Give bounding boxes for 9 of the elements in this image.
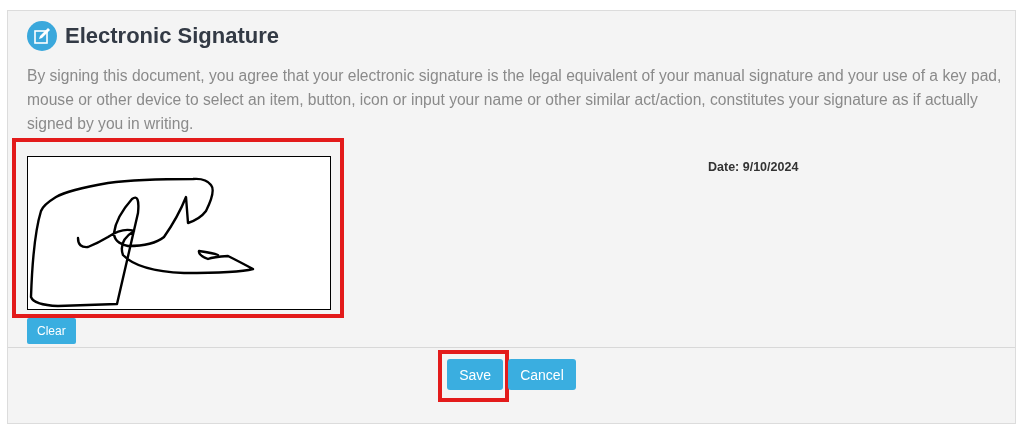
section-title: Electronic Signature xyxy=(65,23,279,49)
save-button[interactable]: Save xyxy=(447,359,504,390)
clear-button[interactable]: Clear xyxy=(27,318,76,344)
date-label: Date: 9/10/2024 xyxy=(708,160,800,176)
signature-pad[interactable] xyxy=(27,156,331,310)
disclaimer-text: By signing this document, you agree that your electronic signature is the legal equivalent of your manual signature and your use of a key pad, mouse or other device to select an item, button, icon or input your name or other similar act/action, constitutes your signature as if actually signed by you in writing. xyxy=(27,66,1002,134)
highlight-frame xyxy=(438,350,510,402)
edit-icon xyxy=(27,21,57,51)
cancel-button[interactable]: Cancel xyxy=(508,359,576,390)
